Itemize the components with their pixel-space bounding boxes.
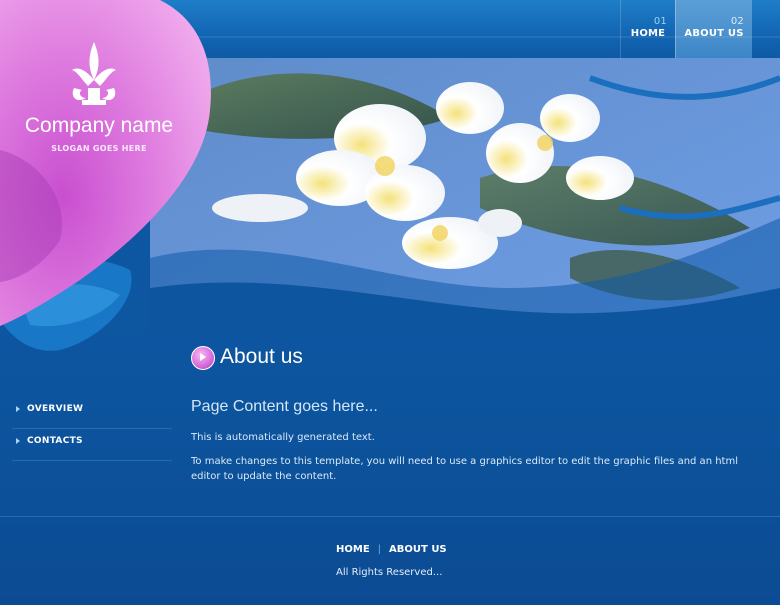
main-nav: 01 HOME 02 ABOUT US (620, 0, 752, 58)
paragraph-1: This is automatically generated text. (191, 432, 375, 443)
sidebar: OVERVIEW CONTACTS (12, 398, 172, 462)
footer-nav: HOME | ABOUT US (336, 544, 447, 555)
nav-about-us[interactable]: 02 ABOUT US (675, 0, 752, 58)
page-title: About us (220, 345, 303, 368)
footer: HOME | ABOUT US All Rights Reserved... (0, 516, 780, 605)
nav-about-number: 02 (730, 16, 744, 27)
triangle-right-icon (16, 438, 20, 444)
paragraph-2: To make changes to this template, you wi… (191, 456, 738, 482)
nav-home-label: HOME (630, 28, 666, 39)
sidebar-item-label: OVERVIEW (27, 404, 84, 414)
footer-link-home[interactable]: HOME (336, 544, 370, 555)
title-row: About us (191, 344, 766, 370)
triangle-right-icon (16, 406, 20, 412)
content-heading: Page Content goes here... (191, 398, 378, 415)
brand-petal: Company name SLOGAN GOES HERE (0, 0, 230, 340)
hero-image (150, 58, 780, 338)
main-content: About us Page Content goes here... This … (191, 344, 766, 484)
footer-separator: | (377, 544, 382, 555)
nav-home-number: 01 (653, 16, 667, 27)
copyright: All Rights Reserved... (336, 567, 443, 578)
sidebar-item-overview[interactable]: OVERVIEW (12, 398, 172, 429)
play-circle-icon (191, 346, 215, 370)
footer-link-about-us[interactable]: ABOUT US (389, 544, 447, 555)
nav-about-label: ABOUT US (684, 28, 744, 39)
sidebar-item-contacts[interactable]: CONTACTS (12, 430, 172, 461)
slogan: SLOGAN GOES HERE (51, 144, 147, 153)
sidebar-item-label: CONTACTS (27, 436, 83, 446)
nav-home[interactable]: 01 HOME (620, 0, 675, 58)
company-name: Company name (24, 114, 174, 137)
ornament-lotus-icon (66, 40, 122, 110)
